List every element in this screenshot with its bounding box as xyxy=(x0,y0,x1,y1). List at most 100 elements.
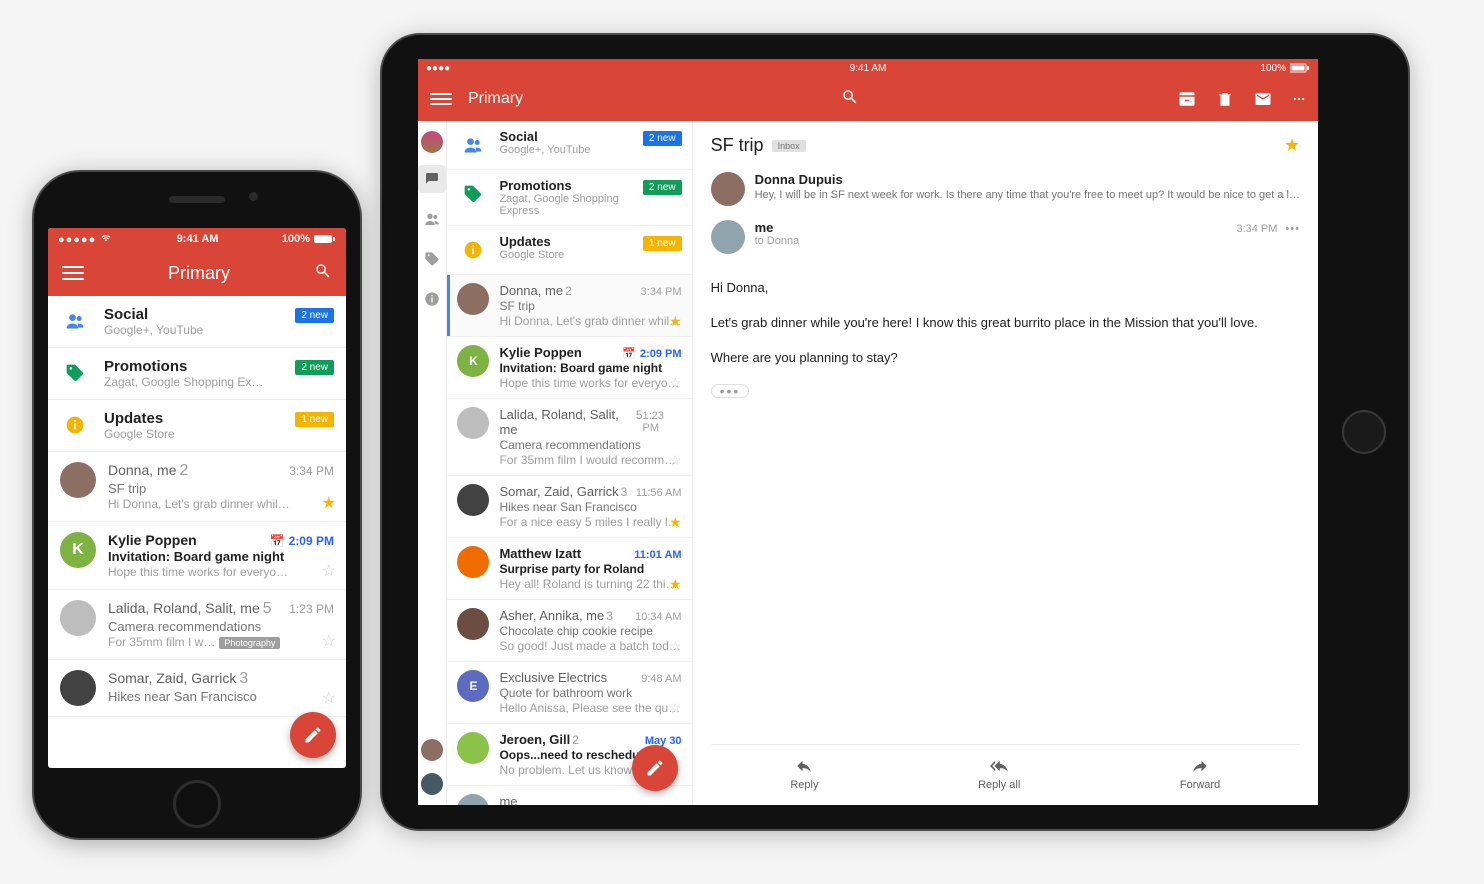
ipad-status-time: 9:41 AM xyxy=(850,63,887,74)
detail-header: SF trip Inbox ★ xyxy=(711,135,1300,156)
avatar xyxy=(457,407,489,439)
account-avatar[interactable] xyxy=(421,131,443,153)
ipad-thread-list: SocialGoogle+, YouTube2 newPromotionsZag… xyxy=(447,121,692,805)
reply-button[interactable]: Reply xyxy=(790,757,818,791)
iphone-status-battery: 100% xyxy=(282,233,310,245)
iphone-body: SocialGoogle+, YouTube2 newPromotionsZag… xyxy=(48,296,346,768)
star-icon[interactable]: ☆ xyxy=(669,375,682,392)
category-sub: Google+, YouTube xyxy=(104,323,295,337)
thread-sender: Somar, Zaid, Garrick xyxy=(499,484,618,499)
expanded-to[interactable]: to Donna xyxy=(755,235,1300,247)
category-row-social[interactable]: SocialGoogle+, YouTube2 new xyxy=(447,121,691,170)
more-icon[interactable] xyxy=(1292,90,1306,108)
thread-row[interactable]: Lalida, Roland, Salit, me 51:23 PMCamera… xyxy=(48,590,346,660)
thread-sender: Kylie Poppen xyxy=(108,532,197,548)
reply-all-button[interactable]: Reply all xyxy=(978,757,1020,791)
thread-row[interactable]: Lalida, Roland, Salit, me 51:23 PMCamera… xyxy=(447,399,691,476)
thread-subject: Camera recommendations xyxy=(499,438,681,452)
thread-time: 3:34 PM xyxy=(641,286,682,298)
thread-count: 3 xyxy=(621,485,628,499)
show-trimmed-icon[interactable]: ••• xyxy=(711,384,750,398)
sidebar-inbox-icon[interactable] xyxy=(418,165,446,193)
star-icon[interactable]: ★ xyxy=(669,313,682,330)
collapsed-preview: Hey, I will be in SF next week for work.… xyxy=(755,189,1300,201)
thread-row[interactable]: Matthew Izatt11:01 AMSurprise party for … xyxy=(447,538,691,600)
category-row-updates[interactable]: UpdatesGoogle Store1 new xyxy=(447,226,691,275)
category-sub: Google Store xyxy=(499,249,642,261)
star-icon[interactable]: ★ xyxy=(669,576,682,593)
thread-sender: me xyxy=(499,794,517,805)
detail-subject: SF trip xyxy=(711,135,764,156)
star-icon[interactable]: ☆ xyxy=(669,700,682,717)
thread-subject: Hikes near San Francisco xyxy=(108,689,334,704)
ipad-device-frame: ●●●● 9:41 AM 100% Primary xyxy=(380,33,1410,831)
thread-label: Photography xyxy=(219,637,280,649)
inbox-chip[interactable]: Inbox xyxy=(772,140,806,152)
thread-sender: Jeroen, Gill xyxy=(499,732,570,747)
compose-fab[interactable] xyxy=(632,745,678,791)
thread-count: 2 xyxy=(572,733,579,747)
mail-icon[interactable] xyxy=(1254,90,1272,108)
category-row-updates[interactable]: UpdatesGoogle Store1 new xyxy=(48,400,346,452)
thread-row[interactable]: Somar, Zaid, Garrick 311:56 AMHikes near… xyxy=(447,476,691,538)
category-badge: 1 new xyxy=(643,236,682,251)
thread-time: 9:48 AM xyxy=(641,673,681,685)
category-title: Promotions xyxy=(104,358,295,375)
message-more-icon[interactable]: ••• xyxy=(1285,223,1300,235)
iphone-app-header: Primary xyxy=(48,250,346,296)
star-icon[interactable]: ☆ xyxy=(669,638,682,655)
star-icon[interactable]: ☆ xyxy=(322,631,336,651)
thread-subject: Camera recommendations xyxy=(108,619,334,634)
thread-row[interactable]: KKylie Poppen📅2:09 PMInvitation: Board g… xyxy=(48,522,346,590)
star-icon[interactable]: ☆ xyxy=(669,452,682,469)
thread-row[interactable]: EExclusive Electrics9:48 AMQuote for bat… xyxy=(447,662,691,724)
thread-snippet: Hope this time works for everyone. I'm t… xyxy=(499,376,681,390)
thread-row[interactable]: Donna, me 23:34 PMSF tripHi Donna, Let's… xyxy=(447,275,691,337)
archive-icon[interactable] xyxy=(1178,90,1196,108)
sidebar-tag-icon[interactable] xyxy=(418,245,446,273)
menu-icon[interactable] xyxy=(62,266,84,280)
body-line: Hi Donna, xyxy=(711,278,1300,299)
iphone-header-title: Primary xyxy=(84,263,314,284)
category-badge: 2 new xyxy=(643,180,682,195)
category-row-promotions[interactable]: PromotionsZagat, Google Shopping Ex…2 ne… xyxy=(48,348,346,400)
compose-fab[interactable] xyxy=(290,712,336,758)
star-icon[interactable]: ☆ xyxy=(322,561,336,581)
thread-time: 11:56 AM xyxy=(636,487,682,499)
thread-subject: Quote for bathroom work xyxy=(499,686,681,700)
search-icon[interactable] xyxy=(841,88,859,111)
category-badge: 1 new xyxy=(295,412,334,427)
thread-row[interactable]: Donna, me 23:34 PMSF tripHi Donna, Let's… xyxy=(48,452,346,522)
thread-subject: SF trip xyxy=(108,481,334,496)
forward-button[interactable]: Forward xyxy=(1180,757,1220,791)
thread-snippet: Hope this time works for everyo… xyxy=(108,565,334,579)
delete-icon[interactable] xyxy=(1216,90,1234,108)
menu-icon[interactable] xyxy=(430,93,452,105)
star-icon[interactable]: ★ xyxy=(669,514,682,531)
iphone-home-button[interactable] xyxy=(173,780,221,828)
secondary-account-2[interactable] xyxy=(421,773,443,795)
search-icon[interactable] xyxy=(314,262,332,285)
tag-icon xyxy=(60,358,90,388)
thread-row[interactable]: Somar, Zaid, Garrick 3Hikes near San Fra… xyxy=(48,660,346,717)
thread-row[interactable]: Asher, Annika, me 310:34 AMChocolate chi… xyxy=(447,600,691,662)
category-badge: 2 new xyxy=(643,131,682,146)
thread-time: 📅2:09 PM xyxy=(622,347,681,360)
sidebar-people-icon[interactable] xyxy=(418,205,446,233)
ipad-home-button[interactable] xyxy=(1342,410,1386,454)
category-row-promotions[interactable]: PromotionsZagat, Google Shopping Express… xyxy=(447,170,691,226)
reply-all-label: Reply all xyxy=(978,779,1020,791)
category-row-social[interactable]: SocialGoogle+, YouTube2 new xyxy=(48,296,346,348)
thread-sender: Donna, me xyxy=(108,462,176,478)
sidebar-info-icon[interactable] xyxy=(418,285,446,313)
battery-icon xyxy=(1290,63,1310,73)
star-icon[interactable]: ☆ xyxy=(322,688,336,708)
secondary-account-1[interactable] xyxy=(421,739,443,761)
detail-star-icon[interactable]: ★ xyxy=(1284,135,1300,156)
expanded-from: me xyxy=(755,220,774,235)
avatar: E xyxy=(457,670,489,702)
collapsed-message[interactable]: Donna Dupuis Hey, I will be in SF next w… xyxy=(711,172,1300,206)
star-icon[interactable]: ★ xyxy=(322,493,336,513)
thread-row[interactable]: KKylie Poppen📅2:09 PMInvitation: Board g… xyxy=(447,337,691,399)
ipad-header-title: Primary xyxy=(468,90,523,108)
